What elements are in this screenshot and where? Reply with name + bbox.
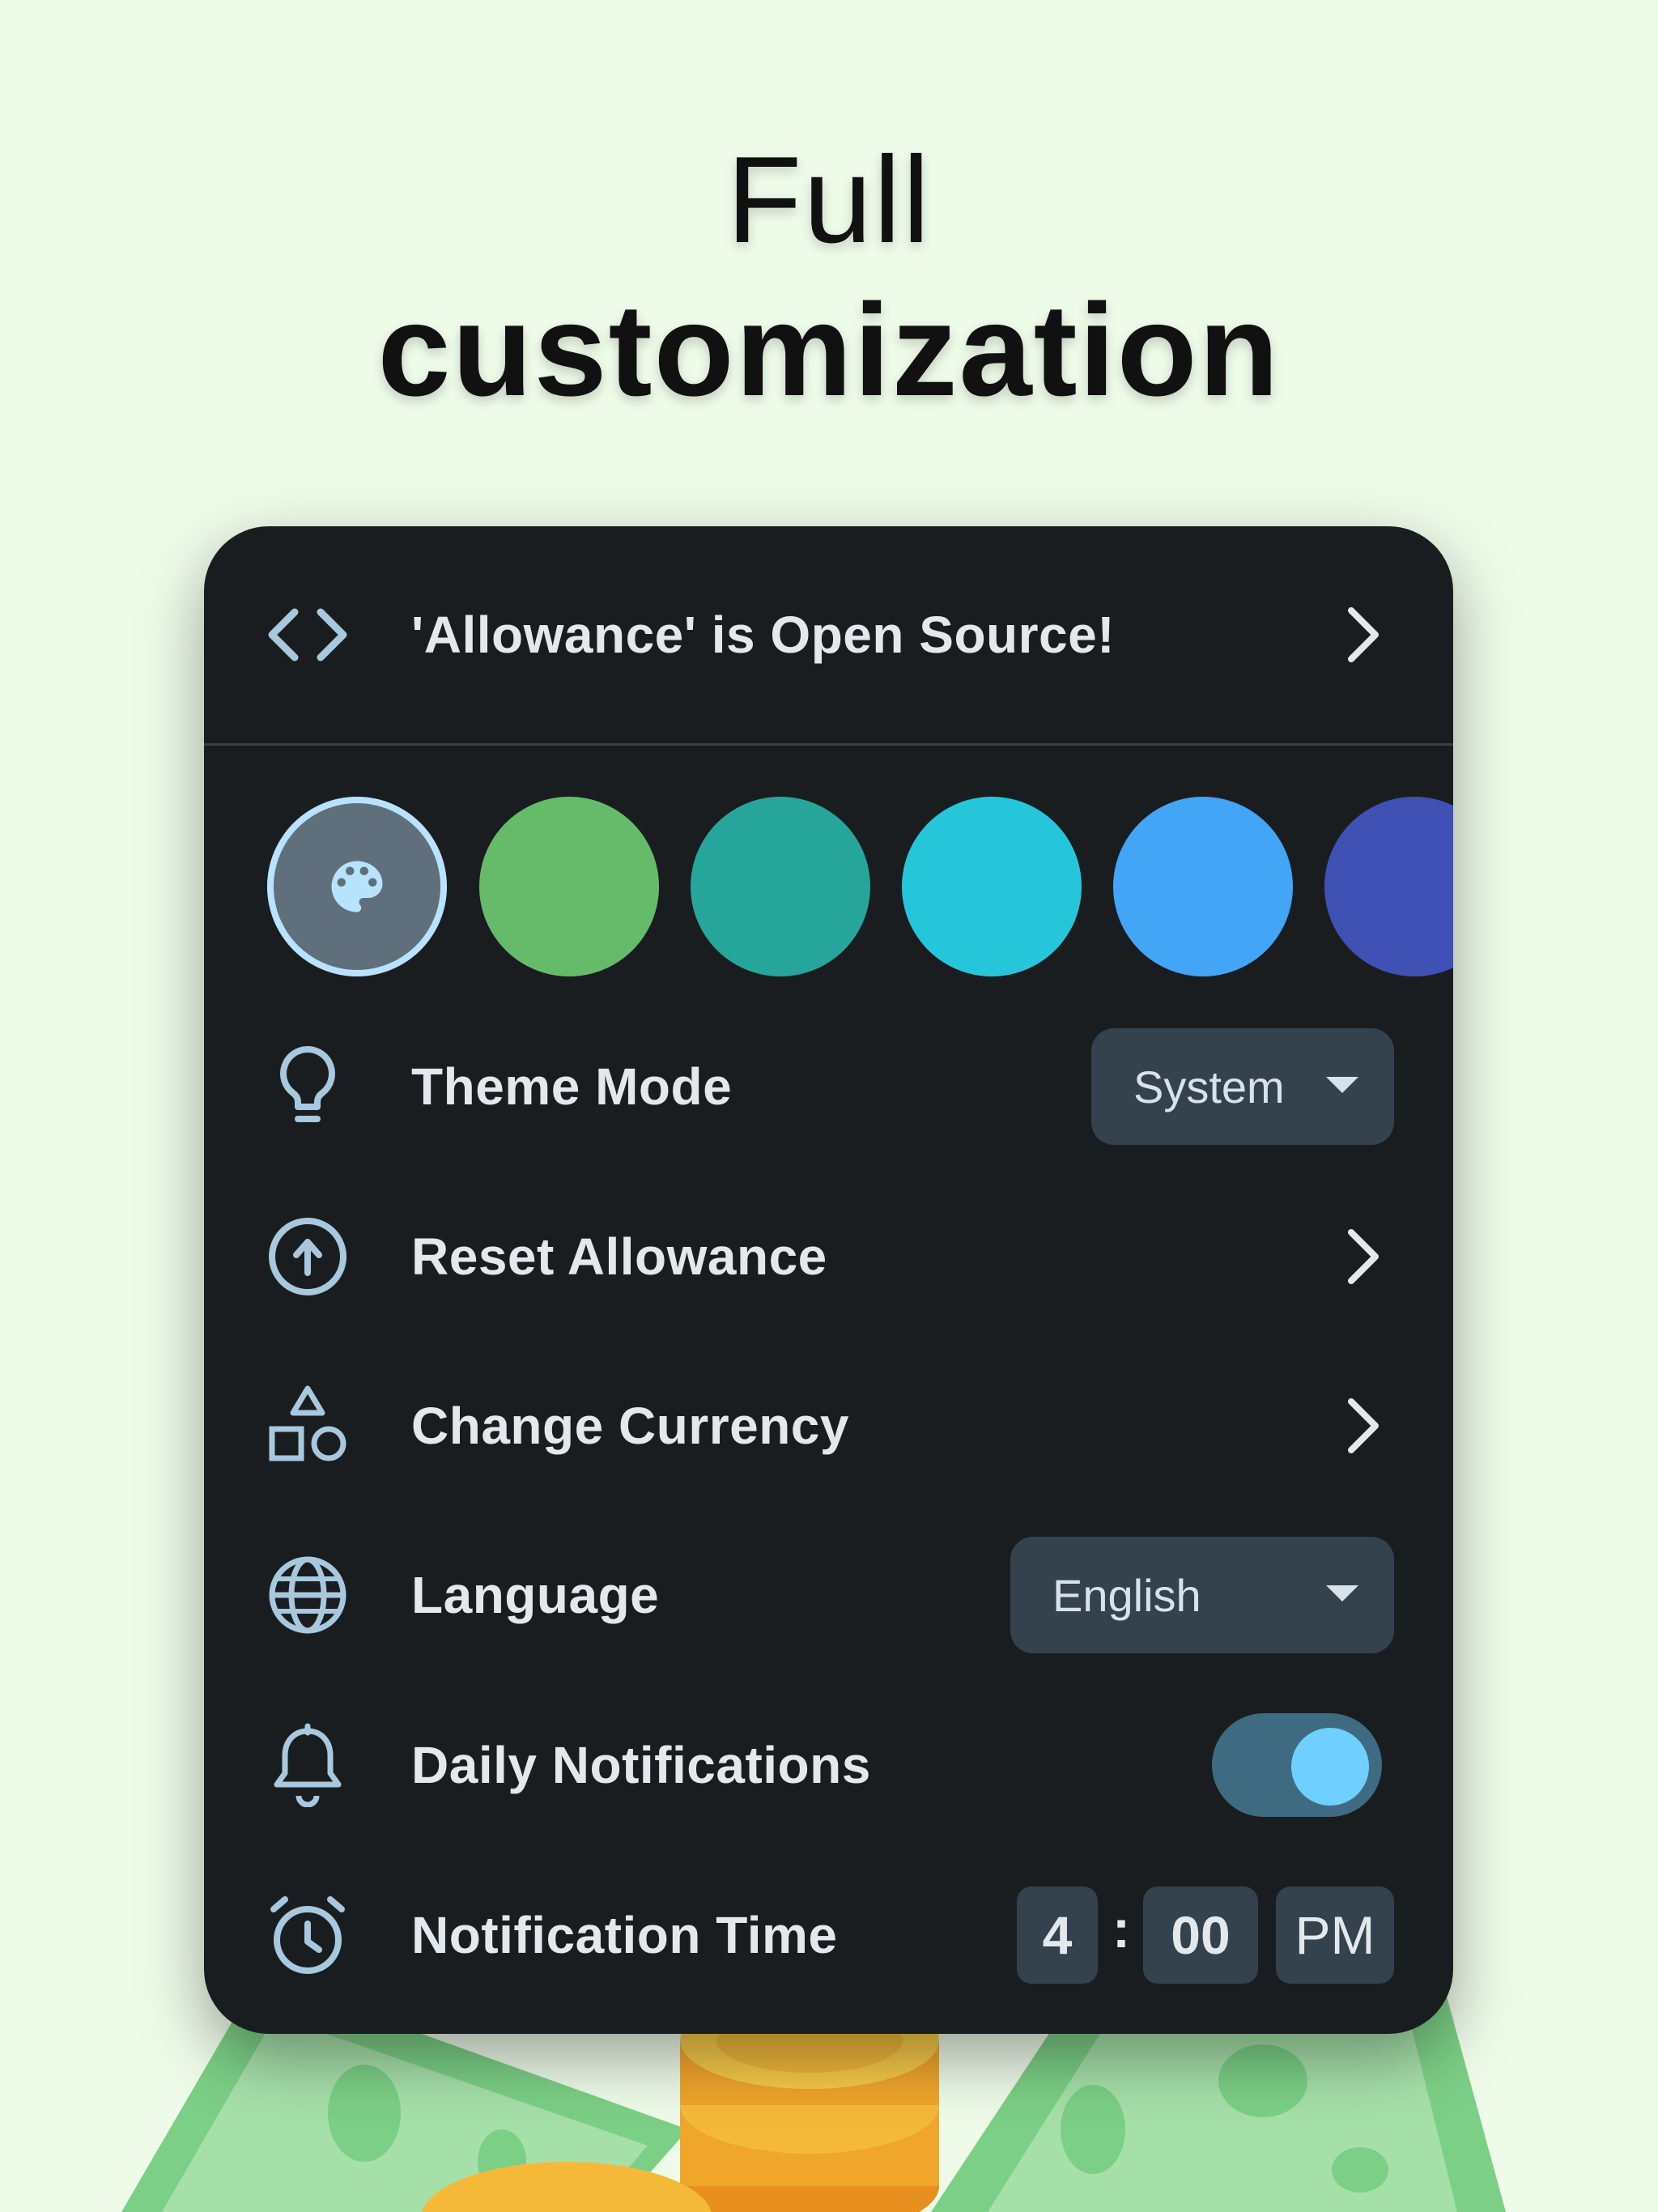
change-currency-row[interactable]: Change Currency xyxy=(204,1345,1453,1507)
toggle-knob xyxy=(1291,1728,1369,1806)
am-pm-field[interactable]: PM xyxy=(1276,1887,1394,1984)
reset-allowance-label: Reset Allowance xyxy=(411,1227,827,1286)
headline-line-2: customization xyxy=(377,277,1281,423)
open-source-row[interactable]: 'Allowance' is Open Source! xyxy=(204,554,1453,716)
caret-down-icon xyxy=(1326,1077,1358,1093)
settings-card: 'Allowance' is Open Source! Theme Mode S… xyxy=(204,526,1453,2034)
bell-icon xyxy=(264,1721,351,1809)
reset-allowance-row[interactable]: Reset Allowance xyxy=(204,1176,1453,1338)
code-icon xyxy=(264,591,351,678)
language-label: Language xyxy=(411,1566,660,1624)
color-swatch-teal[interactable] xyxy=(691,797,870,976)
shapes-icon xyxy=(264,1382,351,1470)
globe-icon xyxy=(264,1551,351,1639)
notification-time-row: Notification Time 4 : 00 PM xyxy=(204,1854,1453,2016)
theme-mode-label: Theme Mode xyxy=(411,1057,733,1116)
color-swatch-blue[interactable] xyxy=(1113,797,1293,976)
headline-line-1: Full xyxy=(726,131,932,269)
caret-down-icon xyxy=(1326,1585,1358,1602)
color-swatch-green[interactable] xyxy=(479,797,659,976)
palette-icon xyxy=(331,861,383,912)
chevron-right-icon xyxy=(1348,607,1379,662)
theme-mode-value: System xyxy=(1133,1061,1285,1112)
time-separator: : xyxy=(1112,1899,1130,1959)
lightbulb-icon xyxy=(264,1043,351,1130)
minute-field[interactable]: 00 xyxy=(1143,1887,1258,1984)
language-row: Language English xyxy=(204,1514,1453,1676)
open-source-label: 'Allowance' is Open Source! xyxy=(411,606,1116,664)
color-swatch-row xyxy=(267,797,1453,978)
notification-time-label: Notification Time xyxy=(411,1906,838,1964)
language-dropdown[interactable]: English xyxy=(1010,1537,1394,1653)
daily-notifications-label: Daily Notifications xyxy=(411,1736,871,1794)
daily-notifications-row: Daily Notifications xyxy=(204,1684,1453,1846)
chevron-right-icon xyxy=(1348,1398,1379,1453)
chevron-right-icon xyxy=(1348,1229,1379,1284)
change-currency-label: Change Currency xyxy=(411,1397,849,1455)
color-swatch-dynamic[interactable] xyxy=(267,797,447,976)
arrow-up-circle-icon xyxy=(264,1213,351,1300)
language-value: English xyxy=(1052,1569,1201,1621)
divider xyxy=(204,743,1453,746)
color-swatch-indigo[interactable] xyxy=(1324,797,1453,976)
theme-mode-dropdown[interactable]: System xyxy=(1091,1028,1394,1145)
color-swatch-cyan[interactable] xyxy=(902,797,1082,976)
alarm-clock-icon xyxy=(264,1891,351,1979)
theme-mode-row: Theme Mode System xyxy=(204,1006,1453,1168)
daily-notifications-toggle[interactable] xyxy=(1212,1713,1382,1817)
hour-field[interactable]: 4 xyxy=(1017,1887,1098,1984)
